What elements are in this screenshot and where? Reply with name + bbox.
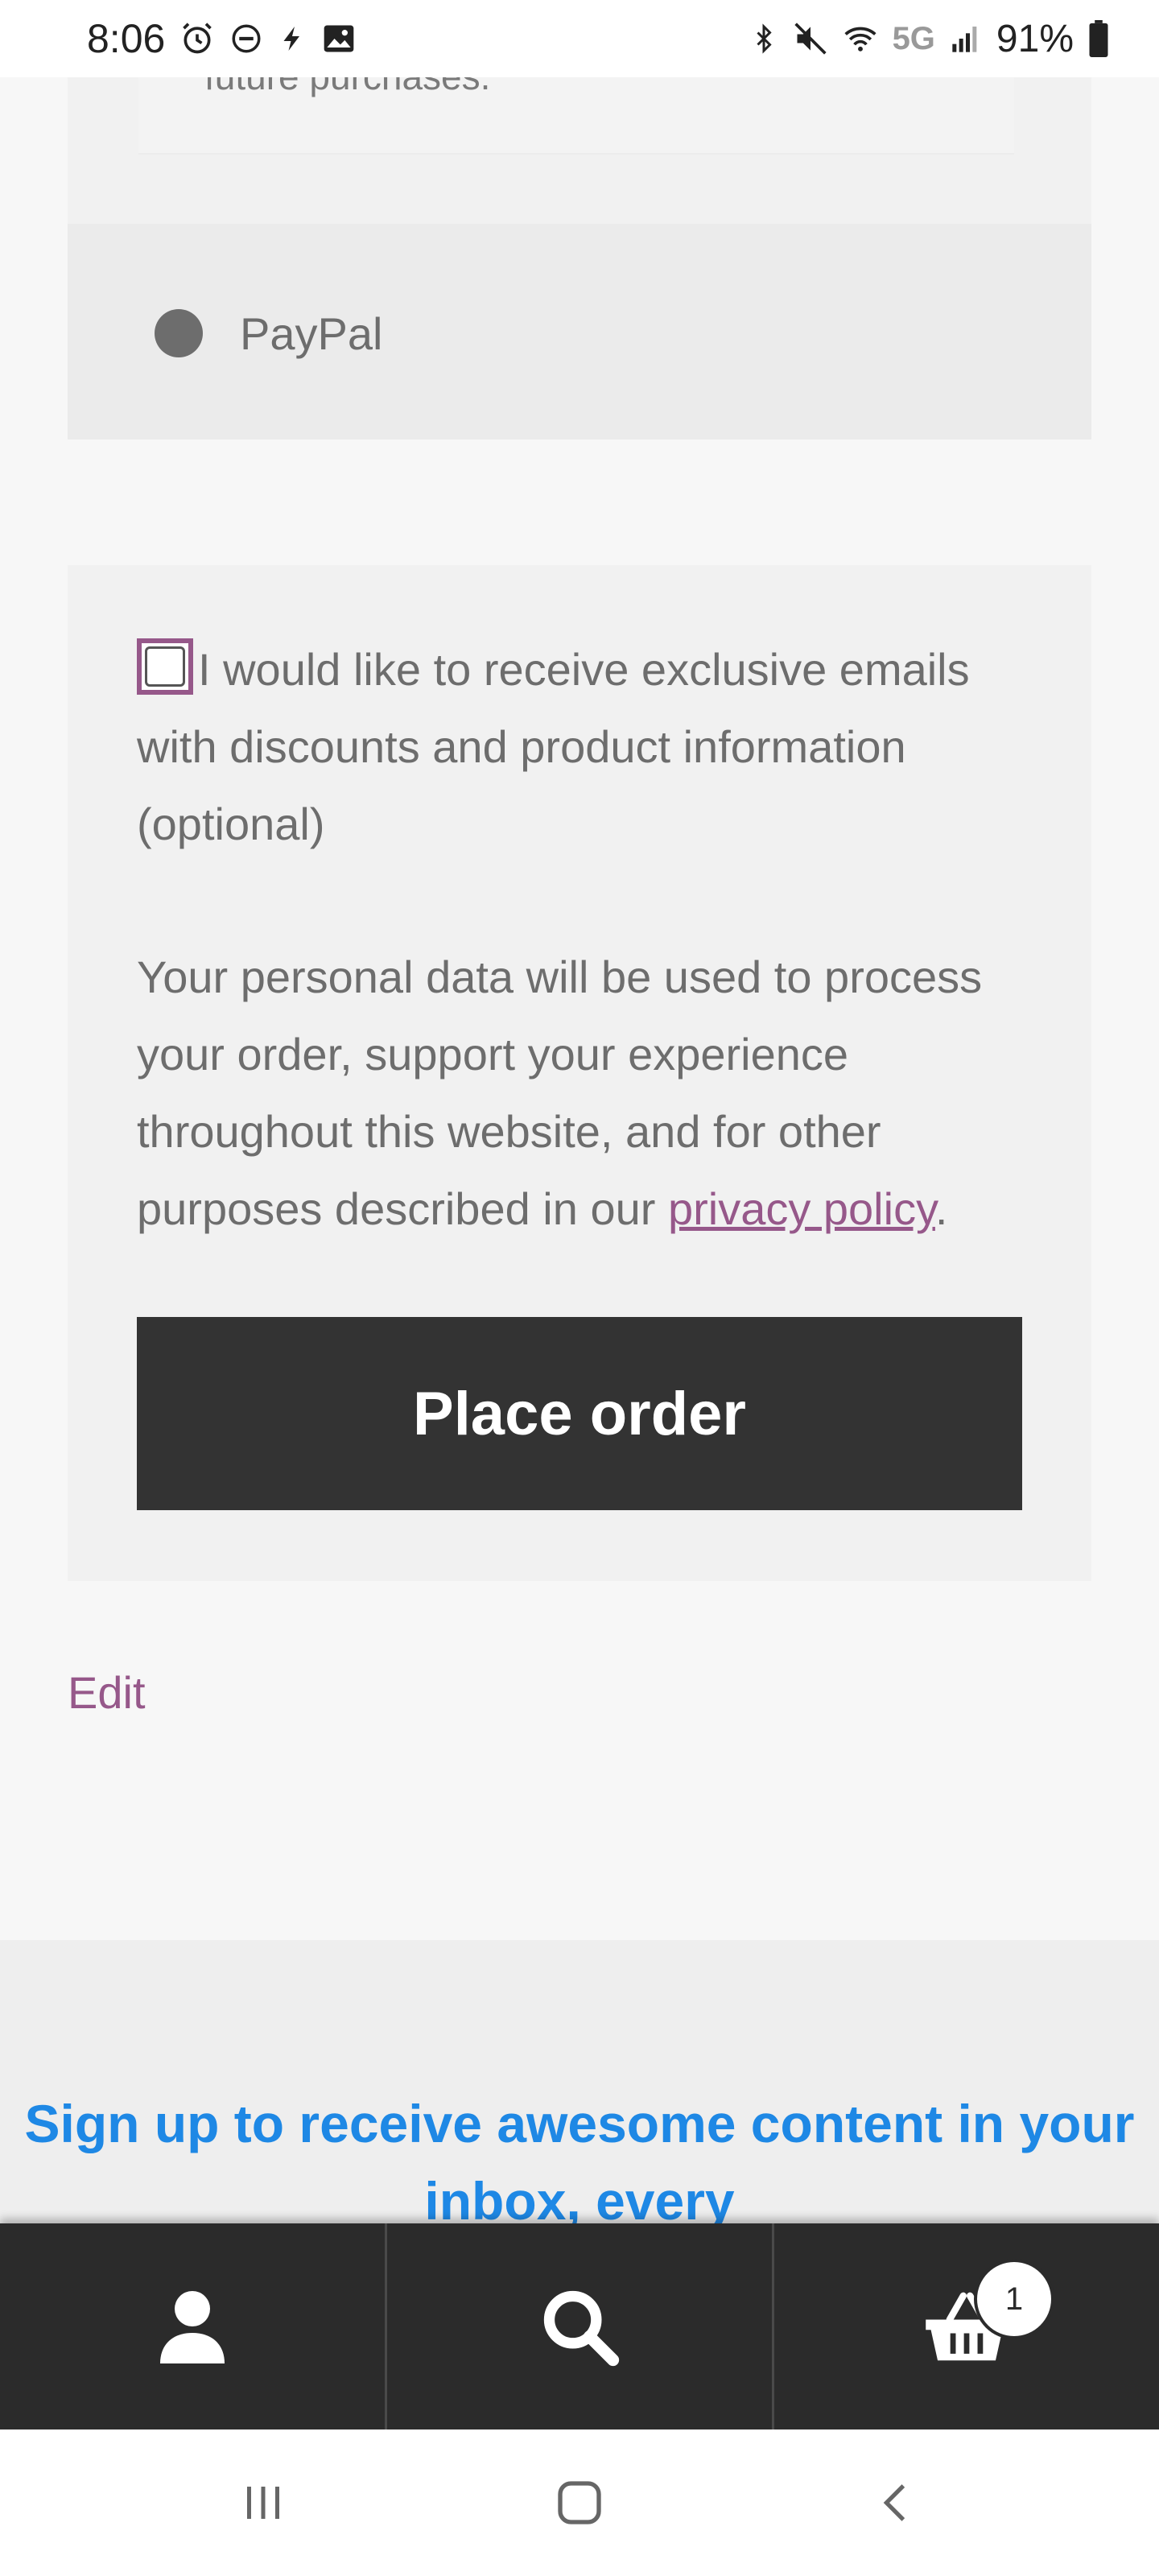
account-icon[interactable]	[154, 2286, 231, 2367]
privacy-notice-end: .	[934, 1183, 948, 1234]
battery-level: 91%	[996, 17, 1074, 60]
privacy-policy-link[interactable]: privacy policy	[668, 1183, 935, 1234]
status-right: 5G 91%	[749, 17, 1109, 61]
privacy-notice: Your personal data will be used to proce…	[137, 939, 1030, 1248]
mute-icon	[793, 19, 828, 59]
system-nav-bar	[0, 2429, 1159, 2576]
nav-search[interactable]	[385, 2223, 772, 2429]
payment-option-paypal[interactable]: PayPal	[68, 224, 1091, 440]
network-type: 5G	[892, 20, 935, 56]
dnd-icon	[229, 19, 263, 59]
home-icon	[558, 2481, 601, 2524]
image-icon	[321, 19, 357, 59]
recent-apps-icon	[246, 2487, 279, 2519]
edit-link[interactable]: Edit	[68, 1666, 146, 1719]
bottom-nav: 1	[0, 2223, 1159, 2429]
newsletter-checkbox[interactable]	[137, 638, 193, 695]
bluetooth-icon	[749, 19, 778, 59]
paypal-radio[interactable]	[155, 309, 203, 357]
wifi-icon	[843, 19, 878, 59]
recent-apps-button[interactable]	[215, 2454, 311, 2551]
signal-icon	[950, 19, 982, 59]
status-left: 8:06	[87, 15, 357, 62]
back-icon	[884, 2484, 905, 2521]
alarm-icon	[179, 19, 215, 59]
status-time: 8:06	[87, 16, 166, 61]
place-order-card: I would like to receive exclusive emails…	[68, 565, 1091, 1581]
nav-account[interactable]	[0, 2223, 385, 2429]
newsletter-optin: I would like to receive exclusive emails…	[137, 631, 1022, 863]
flash-icon	[278, 19, 307, 59]
place-order-button[interactable]: Place order	[137, 1317, 1022, 1510]
back-button[interactable]	[848, 2454, 944, 2551]
search-icon[interactable]	[539, 2286, 620, 2367]
signup-heading: Sign up to receive awesome content in yo…	[24, 2094, 1135, 2231]
battery-icon	[1088, 19, 1109, 59]
home-button[interactable]	[531, 2454, 628, 2551]
cart-count-badge: 1	[977, 2262, 1051, 2336]
newsletter-label[interactable]: I would like to receive exclusive emails…	[137, 644, 970, 849]
paypal-label[interactable]: PayPal	[240, 308, 382, 360]
nav-cart[interactable]: 1	[772, 2223, 1159, 2429]
status-bar: 8:06 5G 91%	[0, 0, 1159, 77]
